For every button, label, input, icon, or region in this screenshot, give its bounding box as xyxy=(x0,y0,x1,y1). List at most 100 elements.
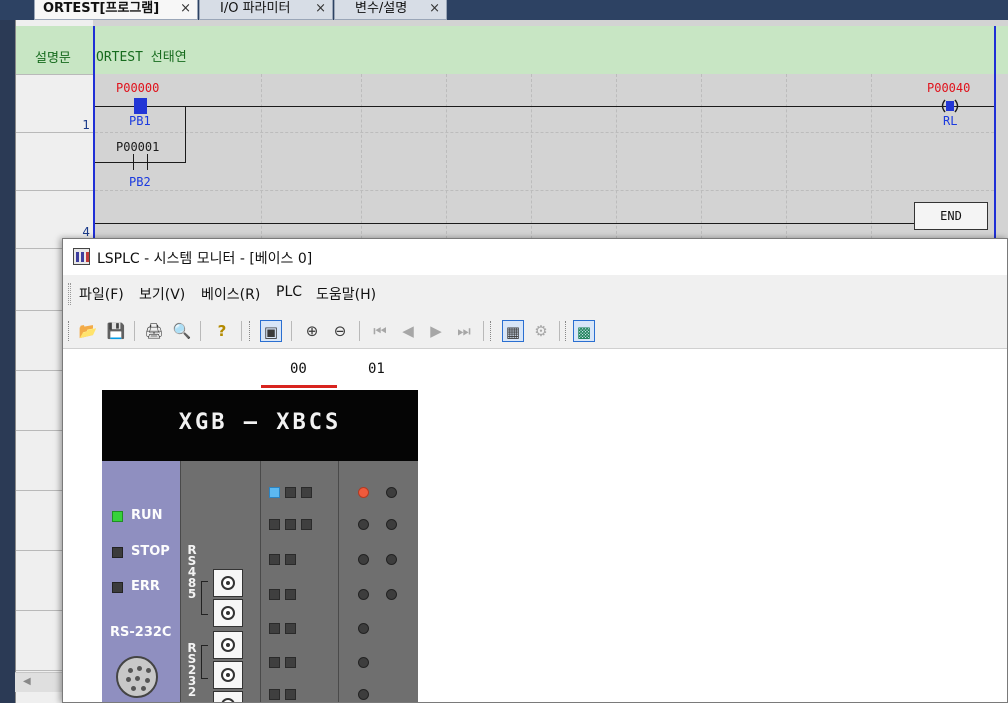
plc-module-image[interactable]: XGB — XBCS RUN STOP ERR RS-232C R S 4 8 … xyxy=(102,390,418,702)
status-label: ERR xyxy=(131,579,160,594)
scroll-left-icon[interactable]: ◀ xyxy=(23,676,31,687)
rs232c-label: RS-232C xyxy=(110,625,172,640)
last-icon[interactable]: ⏭ xyxy=(453,320,475,342)
input-led-icon xyxy=(285,689,296,700)
input-led-icon xyxy=(285,554,296,565)
save-icon[interactable]: 💾 xyxy=(105,320,127,342)
input-led-icon xyxy=(285,657,296,668)
output-led-icon xyxy=(358,519,369,530)
document-tab-bar: ORTEST[프로그램] × I/O 파라미터 × 변수/설명 × xyxy=(0,0,1008,20)
rs485-terminal-icon xyxy=(213,569,243,597)
menu-view[interactable]: 보기(V) xyxy=(139,284,185,304)
rs232-terminal-icon xyxy=(213,661,243,689)
contact-on-indicator xyxy=(134,98,147,114)
status-label: RUN xyxy=(131,508,163,523)
tab-ortest-program[interactable]: ORTEST[프로그램] × xyxy=(34,0,198,20)
diagnosis-icon[interactable]: ⚙ xyxy=(530,320,552,342)
open-folder-icon[interactable]: 📂 xyxy=(77,320,99,342)
variable-name: PB1 xyxy=(129,114,151,128)
rs485-label: RS485 xyxy=(187,543,197,601)
input-led-icon xyxy=(269,689,280,700)
menu-plc[interactable]: PLC xyxy=(276,284,302,300)
zoom-out-icon[interactable]: ⊖ xyxy=(329,320,351,342)
run-led-icon xyxy=(112,511,123,522)
variable-name: RL xyxy=(943,114,958,128)
input-led-column xyxy=(260,461,338,702)
right-power-rail xyxy=(994,26,996,256)
end-instruction[interactable]: END xyxy=(914,202,988,230)
comment-row[interactable]: 설명문 ORTEST 선태연 xyxy=(16,26,1008,74)
err-led-icon xyxy=(112,582,123,593)
rs232c-connector-icon xyxy=(116,656,158,698)
system-view-icon[interactable]: ▦ xyxy=(502,320,524,342)
input-led-icon xyxy=(301,487,312,498)
close-icon[interactable]: × xyxy=(315,0,326,18)
output-led-icon xyxy=(358,487,369,498)
lsplc-app-icon xyxy=(73,248,90,265)
next-icon[interactable]: ▶ xyxy=(425,320,447,342)
screen: ORTEST[프로그램] × I/O 파라미터 × 변수/설명 × 1 4 설명… xyxy=(0,0,1008,703)
tab-io-parameter[interactable]: I/O 파라미터 × xyxy=(199,0,333,20)
variable-name: PB2 xyxy=(129,175,151,189)
tab-label: ORTEST[프로그램] xyxy=(43,1,160,16)
comm-port-column: RS485 RS232 xyxy=(180,461,260,702)
input-led-icon xyxy=(269,554,280,565)
tab-label: I/O 파라미터 xyxy=(220,1,291,16)
rs485-terminal-icon xyxy=(213,599,243,627)
input-led-icon xyxy=(285,519,296,530)
input-led-icon xyxy=(269,623,280,634)
output-led-icon xyxy=(386,519,397,530)
rs232-terminal-icon xyxy=(213,631,243,659)
print-preview-icon[interactable]: 🔍 xyxy=(171,320,193,342)
output-led-icon xyxy=(358,689,369,700)
toolbar: 📂 💾 🖨 🔍 ? ▣ ⊕ ⊖ ⏮ ◀ ▶ ⏭ ▦ ⚙ ▩ xyxy=(63,313,1007,349)
print-icon[interactable]: 🖨 xyxy=(143,320,165,342)
rs232-terminal-icon xyxy=(213,691,243,702)
device-address: P00001 xyxy=(116,140,160,154)
tab-variable-comment[interactable]: 변수/설명 × xyxy=(334,0,447,20)
menu-grip[interactable] xyxy=(68,283,71,305)
previous-icon[interactable]: ◀ xyxy=(397,320,419,342)
system-monitor-window: LSPLC - 시스템 모니터 - [베이스 0] 파일(F) 보기(V) 베이… xyxy=(62,238,1008,703)
output-led-icon xyxy=(358,589,369,600)
comment-label: 설명문 xyxy=(35,51,71,66)
input-led-icon xyxy=(269,589,280,600)
zoom-in-icon[interactable]: ⊕ xyxy=(301,320,323,342)
row-number: 1 xyxy=(82,118,90,132)
output-led-column xyxy=(338,461,418,702)
rs232-label: RS232 xyxy=(187,641,197,699)
device-address: P00040 xyxy=(927,81,971,95)
monitor-view-icon[interactable]: ▣ xyxy=(260,320,282,342)
output-led-icon xyxy=(358,554,369,565)
output-led-icon xyxy=(358,623,369,634)
cpu-status-panel: RUN STOP ERR RS-232C xyxy=(102,461,180,702)
comment-text: ORTEST 선태연 xyxy=(96,50,187,65)
menu-base[interactable]: 베이스(R) xyxy=(201,284,260,304)
input-led-icon xyxy=(269,519,280,530)
tab-label: 변수/설명 xyxy=(355,1,408,16)
output-led-icon xyxy=(358,657,369,668)
status-label: STOP xyxy=(131,544,170,559)
module-monitor-icon[interactable]: ▩ xyxy=(573,320,595,342)
help-icon[interactable]: ? xyxy=(211,320,233,342)
left-power-rail xyxy=(93,26,95,256)
slot-header-00[interactable]: 00 xyxy=(290,361,307,377)
output-led-icon xyxy=(386,487,397,498)
input-led-icon xyxy=(285,487,296,498)
plc-model-banner: XGB — XBCS xyxy=(102,390,418,461)
horizontal-scrollbar[interactable]: ◀ xyxy=(15,672,63,692)
close-icon[interactable]: × xyxy=(180,0,191,18)
coil-on-indicator xyxy=(941,99,959,113)
input-led-icon xyxy=(269,657,280,668)
plc-model-name: XGB — XBCS xyxy=(178,410,342,435)
stop-led-icon xyxy=(112,547,123,558)
output-led-icon xyxy=(386,589,397,600)
title-bar[interactable]: LSPLC - 시스템 모니터 - [베이스 0] xyxy=(63,239,1007,275)
window-title: LSPLC - 시스템 모니터 - [베이스 0] xyxy=(97,251,313,267)
input-led-icon xyxy=(301,519,312,530)
slot-header-01[interactable]: 01 xyxy=(368,361,385,377)
menu-file[interactable]: 파일(F) xyxy=(79,284,124,304)
menu-help[interactable]: 도움말(H) xyxy=(316,284,376,304)
close-icon[interactable]: × xyxy=(429,0,440,18)
first-icon[interactable]: ⏮ xyxy=(369,320,391,342)
